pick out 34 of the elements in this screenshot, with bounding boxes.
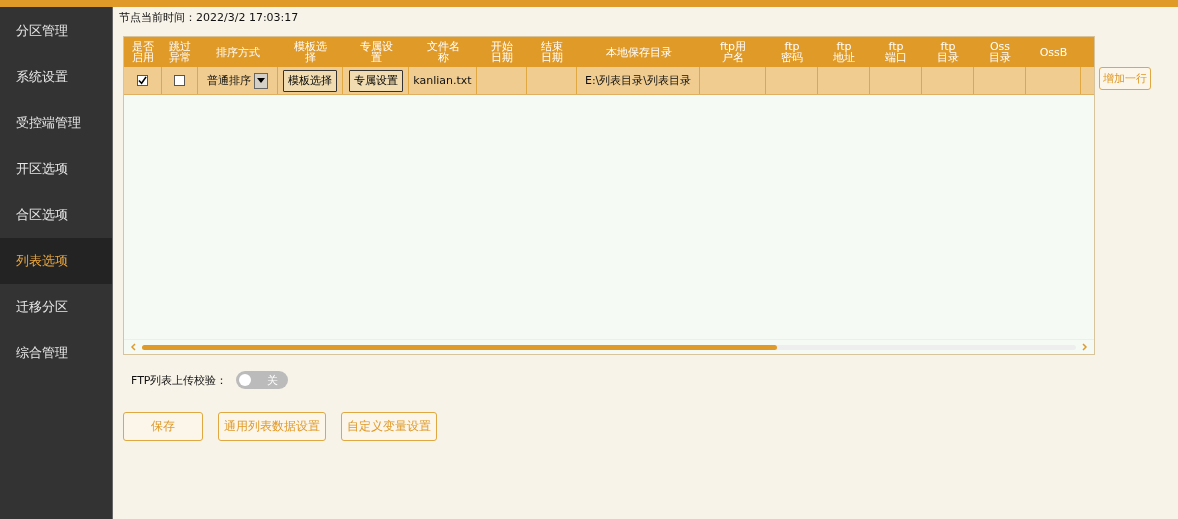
sidebar-item[interactable]: 系统设置	[0, 54, 112, 100]
ftp-check-label: FTP列表上传校验：	[131, 372, 228, 388]
sort-dropdown[interactable]: 普通排序	[207, 72, 268, 89]
column-header: ftp目录	[936, 41, 960, 63]
column-header: 排序方式	[215, 46, 261, 58]
node-time: 节点当前时间：2022/3/2 17:03:17	[118, 10, 300, 26]
sidebar-item[interactable]: 迁移分区	[0, 284, 112, 330]
sidebar-item[interactable]: 综合管理	[0, 330, 112, 376]
column-header: 结束日期	[541, 41, 563, 63]
sidebar-item[interactable]: 分区管理	[0, 8, 112, 54]
table-button[interactable]: 专属设置	[348, 69, 403, 92]
column-header: ftp端口	[884, 41, 908, 63]
column-header: 本地保存目录	[604, 46, 673, 58]
sidebar-item[interactable]: 开区选项	[0, 146, 112, 192]
column-header: 模板选择	[294, 41, 327, 63]
column-header: ftp地址	[832, 41, 856, 63]
column-header: Oss目录	[988, 41, 1012, 63]
sidebar-item[interactable]: 列表选项	[0, 238, 112, 284]
checkbox[interactable]	[137, 75, 148, 86]
column-header: ftp用户名	[719, 41, 747, 63]
column-header: 跳过异常	[169, 41, 191, 63]
dropdown-arrow-icon[interactable]	[257, 78, 265, 83]
sidebar-item[interactable]: 合区选项	[0, 192, 112, 238]
column-header: 开始日期	[491, 41, 513, 63]
column-header: OssB	[1038, 46, 1069, 58]
column-header: 是否启用	[132, 41, 154, 63]
column-header: 文件名称	[426, 41, 460, 63]
table-cell: kanlian.txt	[413, 74, 472, 87]
sidebar-item[interactable]: 受控端管理	[0, 100, 112, 146]
checkbox[interactable]	[174, 75, 185, 86]
table-cell: E:\列表目录\列表目录	[584, 73, 692, 88]
column-header: 专属设置	[359, 41, 393, 63]
column-header: ftp密码	[780, 41, 804, 63]
table-button[interactable]: 模板选择	[283, 69, 337, 92]
